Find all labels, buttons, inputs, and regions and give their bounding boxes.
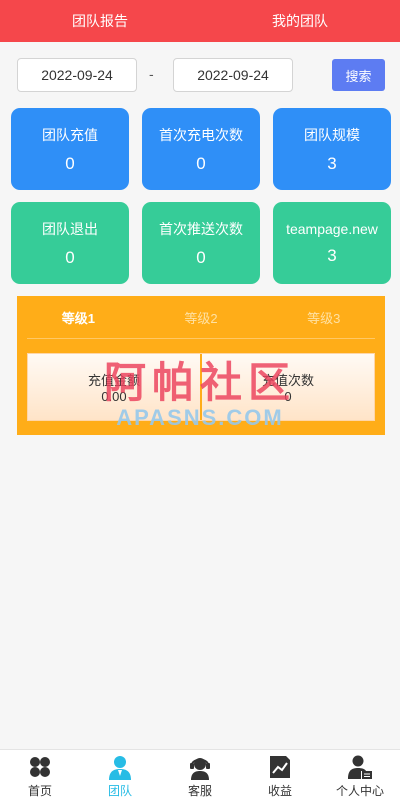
stat-value: 0 — [65, 247, 75, 267]
search-button[interactable]: 搜索 — [332, 59, 385, 91]
level-stats-box: 充值金额 0.00 充值次数 0 — [27, 353, 375, 421]
nav-profile-label: 个人中心 — [335, 783, 384, 798]
tab-level-3[interactable]: 等级3 — [262, 296, 385, 338]
start-date-input[interactable]: 2022-09-24 — [17, 58, 137, 92]
nav-service-label: 客服 — [187, 783, 212, 798]
stat-card-team-recharge: 团队充值 0 — [11, 108, 129, 190]
stat-label: 团队规模 — [304, 126, 360, 143]
stat-card-team-size: 团队规模 3 — [273, 108, 391, 190]
tab-team-report[interactable]: 团队报告 — [0, 0, 200, 42]
recharge-amount-value: 0.00 — [101, 389, 127, 404]
stat-card-first-recharge-count: 首次充电次数 0 — [142, 108, 260, 190]
tab-my-team[interactable]: 我的团队 — [200, 0, 400, 42]
recharge-count-label: 充值次数 — [261, 373, 314, 388]
headset-icon — [190, 757, 210, 780]
stat-value: 0 — [196, 153, 206, 173]
nav-home[interactable]: 首页 — [0, 750, 80, 802]
recharge-amount-label: 充值金额 — [87, 373, 140, 388]
stat-label: 团队充值 — [42, 126, 98, 143]
user-card-icon — [348, 755, 372, 779]
stat-label: teampage.new — [286, 220, 378, 237]
nav-team-label: 团队 — [107, 783, 132, 798]
recharge-amount-cell: 充值金额 0.00 — [28, 354, 200, 420]
stat-card-teampage-new: teampage.new 3 — [273, 202, 391, 284]
trend-chart-icon — [270, 755, 290, 778]
level-tab-divider — [27, 338, 375, 339]
bottom-nav: 首页 团队 客服 收益 个人中心 — [0, 749, 400, 802]
stat-value: 0 — [65, 153, 75, 173]
clover-icon — [30, 756, 50, 777]
tab-level-2[interactable]: 等级2 — [140, 296, 263, 338]
date-separator: - — [149, 66, 154, 82]
stat-value: 3 — [327, 245, 337, 265]
nav-home-label: 首页 — [27, 783, 52, 798]
stat-value: 0 — [196, 247, 206, 267]
top-tab-bar: 团队报告 我的团队 — [0, 0, 400, 42]
tab-level-1[interactable]: 等级1 — [17, 296, 140, 338]
stat-value: 3 — [327, 153, 337, 173]
nav-team[interactable]: 团队 — [80, 750, 160, 802]
level-tabs: 等级1 等级2 等级3 — [17, 296, 385, 338]
recharge-count-value: 0 — [284, 389, 292, 404]
nav-service[interactable]: 客服 — [160, 750, 240, 802]
nav-profile[interactable]: 个人中心 — [320, 750, 400, 802]
stat-label: 首次充电次数 — [159, 126, 243, 143]
nav-earnings[interactable]: 收益 — [240, 750, 320, 802]
stat-card-team-withdraw: 团队退出 0 — [11, 202, 129, 284]
end-date-input[interactable]: 2022-09-24 — [173, 58, 293, 92]
date-filter-bar: 2022-09-24 - 2022-09-24 搜索 — [0, 42, 400, 108]
level-panel: 等级1 等级2 等级3 充值金额 0.00 充值次数 0 — [17, 296, 385, 435]
stat-label: 首次推送次数 — [159, 220, 243, 237]
stat-label: 团队退出 — [42, 220, 98, 237]
nav-earnings-label: 收益 — [267, 783, 292, 798]
team-user-icon — [109, 755, 131, 780]
stat-card-first-push-count: 首次推送次数 0 — [142, 202, 260, 284]
recharge-count-cell: 充值次数 0 — [202, 354, 374, 420]
